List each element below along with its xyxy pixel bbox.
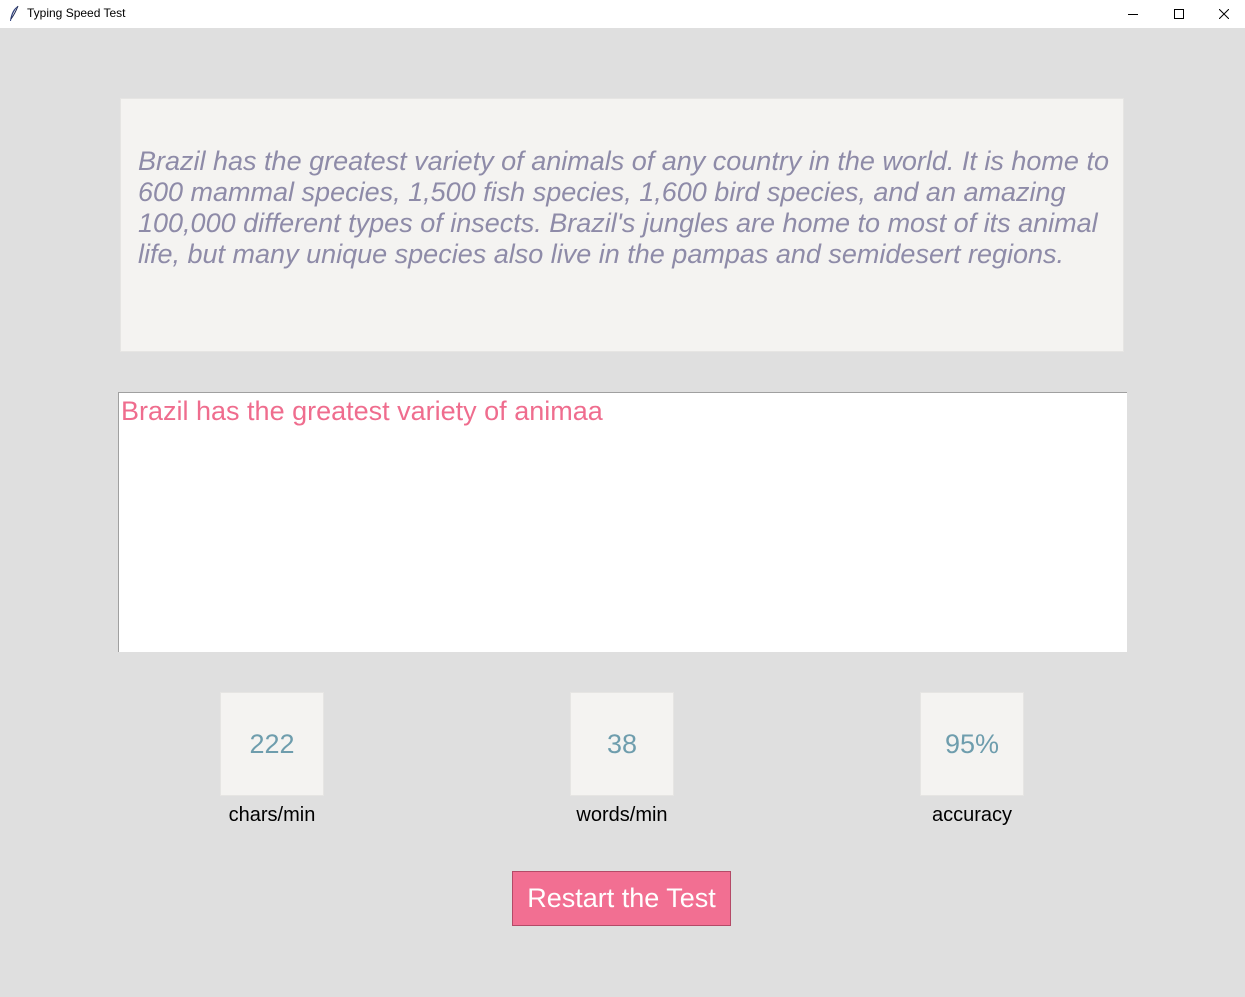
chars-per-min-value: 222 [249, 728, 295, 759]
chars-per-min-label: chars/min [228, 804, 316, 826]
words-per-min-label: words/min [576, 804, 668, 826]
words-per-min-box: 38 [570, 692, 674, 796]
minimize-button[interactable] [1110, 0, 1156, 28]
sample-text-panel: Brazil has the greatest variety of anima… [120, 98, 1124, 352]
restart-button[interactable]: Restart the Test [512, 871, 731, 926]
words-per-min-value: 38 [606, 728, 638, 759]
window-title: Typing Speed Test [27, 6, 126, 20]
maximize-button[interactable] [1156, 0, 1202, 28]
typed-text: Brazil has the greatest variety of anima… [121, 396, 603, 426]
accuracy-box: 95% [920, 692, 1024, 796]
minimize-icon [1128, 9, 1138, 19]
accuracy-label: accuracy [931, 804, 1013, 826]
maximize-icon [1174, 9, 1184, 19]
title-bar[interactable]: Typing Speed Test [0, 0, 1245, 28]
sample-text: Brazil has the greatest variety of anima… [138, 146, 1109, 269]
feather-icon [8, 5, 20, 23]
close-icon [1219, 9, 1229, 19]
app-window: Typing Speed Test Brazil has the greates… [0, 0, 1245, 997]
typing-input[interactable]: Brazil has the greatest variety of anima… [118, 392, 1127, 652]
accuracy-value: 95% [944, 728, 1000, 759]
chars-per-min-box: 222 [220, 692, 324, 796]
close-button[interactable] [1201, 0, 1245, 28]
